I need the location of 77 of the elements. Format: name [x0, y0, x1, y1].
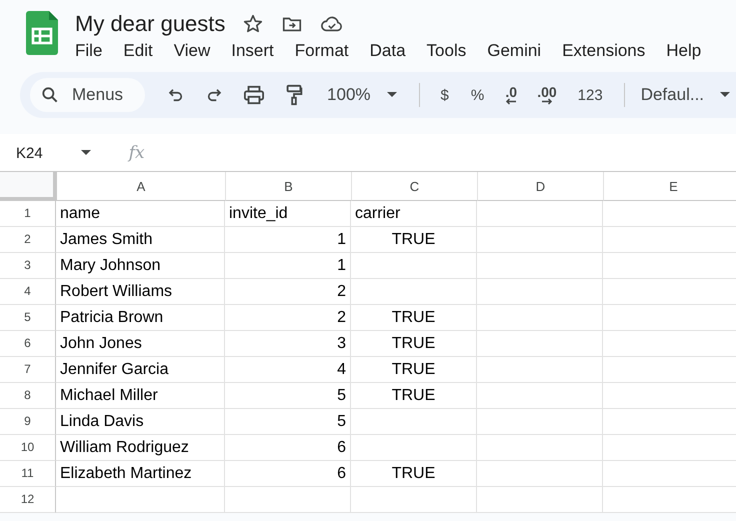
decrease-decimal-button[interactable]: .0 — [505, 86, 518, 104]
menu-item[interactable]: Edit — [123, 41, 163, 61]
cell-value: TRUE — [392, 464, 436, 484]
cell-value: 3 — [337, 334, 346, 354]
print-icon[interactable] — [243, 85, 266, 105]
row-header[interactable]: 10 — [0, 435, 56, 461]
cell-value: 2 — [337, 282, 346, 302]
row-header[interactable]: 8 — [0, 383, 56, 409]
format-button[interactable]: 123 — [578, 86, 603, 104]
row-header[interactable]: 11 — [0, 461, 56, 487]
menu-item[interactable]: Extensions — [562, 41, 656, 61]
row-header[interactable]: 1 — [0, 201, 56, 227]
cell-value: TRUE — [392, 230, 436, 250]
cell-value: 5 — [337, 386, 346, 406]
spreadsheet-logo-icon[interactable] — [26, 11, 58, 55]
row-header[interactable]: 4 — [0, 279, 56, 305]
row-header[interactable]: 7 — [0, 357, 56, 383]
cell-value: William Rodriguez — [60, 438, 189, 458]
menu-item[interactable]: Insert — [231, 41, 284, 61]
row-header[interactable]: 2 — [0, 227, 56, 253]
row-header[interactable]: 12 — [0, 487, 56, 513]
column-header[interactable]: A — [57, 172, 226, 201]
function-label: fx — [128, 143, 145, 163]
menu-item[interactable]: Data — [370, 41, 416, 61]
font-dropdown[interactable]: Defaul... — [640, 85, 730, 105]
cell-value: carrier — [355, 204, 400, 224]
cell-value: Elizabeth Martinez — [60, 464, 192, 484]
right-arrow-icon — [540, 98, 553, 104]
cell-value: TRUE — [392, 308, 436, 328]
cell-value: Michael Miller — [60, 386, 158, 406]
caret-icon — [386, 92, 397, 98]
zoom-dropdown[interactable]: 100% — [327, 85, 397, 105]
cell-value: 2 — [337, 308, 346, 328]
cell-value: 4 — [337, 360, 346, 380]
menu-item[interactable]: File — [75, 41, 112, 61]
cell-value: TRUE — [392, 334, 436, 354]
name-box[interactable]: K24 — [16, 144, 91, 162]
cell-value: invite_id — [229, 204, 288, 224]
cell-value: 6 — [337, 438, 346, 458]
cell-value: 5 — [337, 412, 346, 432]
caret-icon — [720, 92, 730, 98]
cell-value: TRUE — [392, 360, 436, 380]
row-header[interactable]: 9 — [0, 409, 56, 435]
increase-decimal-button[interactable]: .00 — [537, 86, 557, 104]
document-title[interactable]: My dear guests — [75, 11, 226, 37]
cell-value: 1 — [337, 256, 346, 276]
cell-value: TRUE — [392, 386, 436, 406]
cell-value: name — [60, 204, 100, 224]
format-button[interactable]: % — [470, 86, 484, 104]
paint-format-icon[interactable] — [285, 84, 304, 106]
cell-value: John Jones — [60, 334, 142, 354]
cell-value: James Smith — [60, 230, 152, 250]
search-icon — [40, 85, 60, 105]
row-header[interactable]: 3 — [0, 253, 56, 279]
column-header[interactable]: C — [352, 172, 478, 201]
left-arrow-icon — [505, 98, 518, 104]
star-icon[interactable] — [242, 13, 264, 35]
column-header[interactable]: D — [478, 172, 604, 201]
menu-item[interactable]: Tools — [426, 41, 476, 61]
menu-item[interactable]: Format — [294, 41, 359, 61]
cell-value: Linda Davis — [60, 412, 144, 432]
format-button[interactable]: $ — [440, 86, 449, 104]
menu-item[interactable]: View — [174, 41, 220, 61]
column-header[interactable]: E — [604, 172, 736, 201]
column-header[interactable]: B — [226, 172, 352, 201]
cell-value: Robert Williams — [60, 282, 172, 302]
cell-value: 6 — [337, 464, 346, 484]
caret-icon — [80, 150, 91, 156]
cell-value: Patricia Brown — [60, 308, 164, 328]
search-menus-field[interactable]: Menus — [30, 78, 146, 112]
cell-value: 1 — [337, 230, 346, 250]
cell-value: Mary Johnson — [60, 256, 160, 276]
row-header[interactable]: 5 — [0, 305, 56, 331]
row-header[interactable]: 6 — [0, 331, 56, 357]
cell-value: Jennifer Garcia — [60, 360, 168, 380]
menu-item[interactable]: Help — [666, 41, 712, 61]
menu-item[interactable]: Gemini — [487, 41, 552, 61]
